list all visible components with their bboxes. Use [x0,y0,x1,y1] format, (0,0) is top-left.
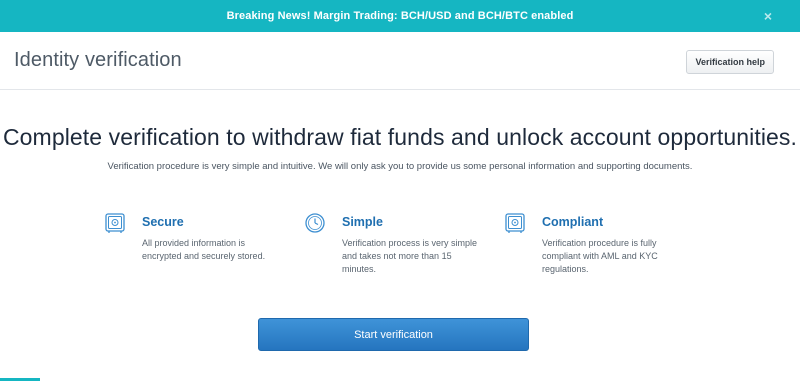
feature-title: Simple [342,215,383,229]
announcement-text: Breaking News! Margin Trading: BCH/USD a… [226,10,574,22]
page-header: Identity verification Verification help [0,32,800,90]
verification-headline: Complete verification to withdraw fiat f… [2,124,798,150]
feature-title: Secure [142,215,184,229]
verification-subline: Verification procedure is very simple an… [107,161,693,172]
page-title: Identity verification [14,49,182,71]
start-verification-button[interactable]: Start verification [258,318,529,351]
close-banner-icon[interactable]: × [764,8,772,24]
announcement-banner: Breaking News! Margin Trading: BCH/USD a… [0,0,800,32]
safe-icon [504,212,526,234]
feature-description: Verification process is very simple and … [342,238,478,274]
safe-icon [104,212,126,234]
feature-list: Secure All provided information is encry… [104,212,704,292]
identity-verification-page: Breaking News! Margin Trading: BCH/USD a… [0,0,800,381]
feature-title: Compliant [542,215,604,229]
feature-description: Verification procedure is fully complian… [542,238,658,274]
feature-description: All provided information is encrypted an… [142,238,266,261]
verification-help-button[interactable]: Verification help [686,50,774,74]
clock-icon [304,212,326,234]
